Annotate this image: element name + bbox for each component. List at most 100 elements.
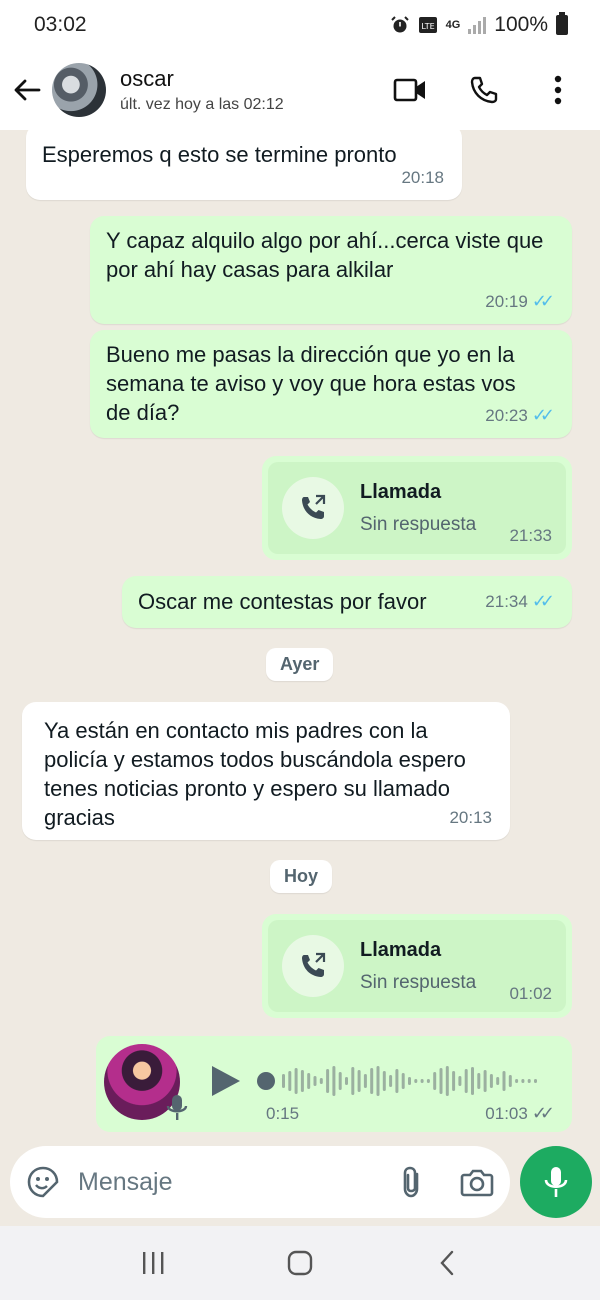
message-text: Ya están en contacto mis padres con la p… <box>44 718 466 830</box>
waveform-bar <box>382 1071 386 1091</box>
camera-icon <box>460 1169 494 1197</box>
waveform-bar <box>477 1073 481 1089</box>
message-incoming[interactable]: Ya están en contacto mis padres con la p… <box>22 702 510 840</box>
signal-icon <box>468 16 487 34</box>
battery-level: 100% <box>494 13 548 36</box>
read-ticks-icon: ✓✓ <box>531 591 555 611</box>
waveform-bar <box>294 1068 298 1094</box>
battery-icon <box>556 12 568 35</box>
paperclip-icon <box>403 1166 419 1198</box>
contact-name: oscar <box>120 66 174 91</box>
system-nav-bar <box>0 1226 600 1300</box>
waveform-bar <box>464 1069 468 1093</box>
waveform-bar <box>534 1079 537 1083</box>
call-title: Llamada <box>360 938 442 961</box>
waveform-bar <box>401 1073 405 1089</box>
waveform-bar <box>363 1074 367 1088</box>
volte-icon: LTE <box>418 17 437 33</box>
waveform-bar <box>439 1068 443 1094</box>
more-options-button[interactable] <box>540 72 576 108</box>
waveform-bar <box>527 1079 531 1083</box>
alarm-icon <box>390 16 409 33</box>
waveform-bar <box>420 1079 424 1083</box>
call-status: Sin respuesta <box>360 971 477 993</box>
waveform-bar <box>458 1076 462 1086</box>
delivered-ticks-icon: ✓✓ <box>531 1103 555 1123</box>
back-arrow-icon <box>14 79 41 101</box>
message-outgoing[interactable]: Bueno me pasas la dirección que yo en la… <box>90 330 572 438</box>
svg-text:LTE: LTE <box>421 22 434 31</box>
waveform-bar <box>508 1075 512 1087</box>
status-time: 03:02 <box>34 13 87 36</box>
missed-call-card[interactable]: Llamada Sin respuesta 01:02 <box>262 914 572 1018</box>
last-seen: últ. vez hoy a las 02:12 <box>120 96 284 113</box>
waveform-bar <box>502 1071 506 1091</box>
home-button[interactable] <box>280 1243 320 1283</box>
waveform-bar <box>414 1079 418 1083</box>
back-nav-button[interactable] <box>427 1243 467 1283</box>
message-time: 20:13 <box>449 808 492 827</box>
voice-message[interactable]: 0:15 01:03 ✓✓ <box>96 1036 572 1132</box>
record-voice-button[interactable] <box>520 1146 592 1218</box>
video-call-button[interactable] <box>392 72 428 108</box>
message-text: Y capaz alquilo algo por ahí...cerca vis… <box>106 228 544 282</box>
audio-waveform[interactable] <box>256 1062 546 1100</box>
mic-icon <box>544 1167 568 1197</box>
play-icon[interactable] <box>208 1064 242 1098</box>
voice-call-button[interactable] <box>466 72 502 108</box>
waveform-bar <box>521 1079 525 1083</box>
waveform-bar <box>332 1066 336 1096</box>
call-icon-circle <box>282 935 344 997</box>
emoji-button[interactable] <box>26 1164 60 1200</box>
waveform-bar <box>288 1071 292 1091</box>
waveform-bar <box>307 1073 311 1089</box>
waveform-bar <box>389 1075 393 1087</box>
waveform-bar <box>433 1072 437 1090</box>
voice-duration: 0:15 <box>266 1104 300 1123</box>
home-icon <box>287 1250 313 1276</box>
message-time: 20:23 <box>485 406 528 425</box>
waveform-bar <box>282 1074 285 1088</box>
call-status: Sin respuesta <box>360 513 477 535</box>
back-chevron-icon <box>440 1250 453 1276</box>
read-ticks-icon: ✓✓ <box>531 405 555 425</box>
message-outgoing[interactable]: Y capaz alquilo algo por ahí...cerca vis… <box>90 216 572 324</box>
waveform-bar <box>452 1071 456 1091</box>
message-incoming[interactable]: Esperemos q esto se termine pronto 20:18 <box>26 130 462 200</box>
message-outgoing[interactable]: Oscar me contestas por favor 21:34 ✓✓ <box>122 576 572 628</box>
waveform-bar <box>300 1070 304 1092</box>
waveform-bar <box>489 1074 493 1088</box>
read-ticks-icon: ✓✓ <box>531 291 555 311</box>
back-button[interactable] <box>12 70 42 110</box>
contact-info[interactable]: oscar últ. vez hoy a las 02:12 <box>120 66 392 114</box>
waveform-bar <box>376 1066 380 1096</box>
call-title: Llamada <box>360 480 442 503</box>
video-call-icon <box>393 78 425 102</box>
waveform-bar <box>515 1079 519 1083</box>
contact-avatar[interactable] <box>52 63 106 117</box>
mic-icon <box>166 1095 188 1120</box>
waveform-bar <box>370 1068 374 1094</box>
waveform-bar <box>426 1079 430 1083</box>
waveform-bar <box>408 1077 411 1085</box>
waveform-bar <box>351 1067 355 1095</box>
message-time: 01:03 <box>485 1103 528 1123</box>
playhead-dot <box>257 1072 275 1090</box>
waveform-bar <box>345 1077 348 1085</box>
waveform-bar <box>313 1076 317 1086</box>
chat-area[interactable]: Esperemos q esto se termine pronto 20:18… <box>0 130 600 1150</box>
recents-button[interactable] <box>133 1243 173 1283</box>
date-separator: Hoy <box>270 860 333 893</box>
waveform-bar <box>326 1069 330 1093</box>
message-input[interactable] <box>78 1167 400 1197</box>
attach-button[interactable] <box>400 1164 424 1200</box>
waveform-bar <box>483 1070 487 1092</box>
camera-button[interactable] <box>460 1164 494 1200</box>
call-icon-circle <box>282 477 344 539</box>
waveform-bar <box>357 1070 361 1092</box>
message-composer <box>10 1146 510 1218</box>
missed-call-card[interactable]: Llamada Sin respuesta 21:33 <box>262 456 572 560</box>
waveform-bar <box>395 1069 399 1093</box>
network-type: 4G <box>445 19 461 31</box>
more-vert-icon <box>554 75 562 105</box>
